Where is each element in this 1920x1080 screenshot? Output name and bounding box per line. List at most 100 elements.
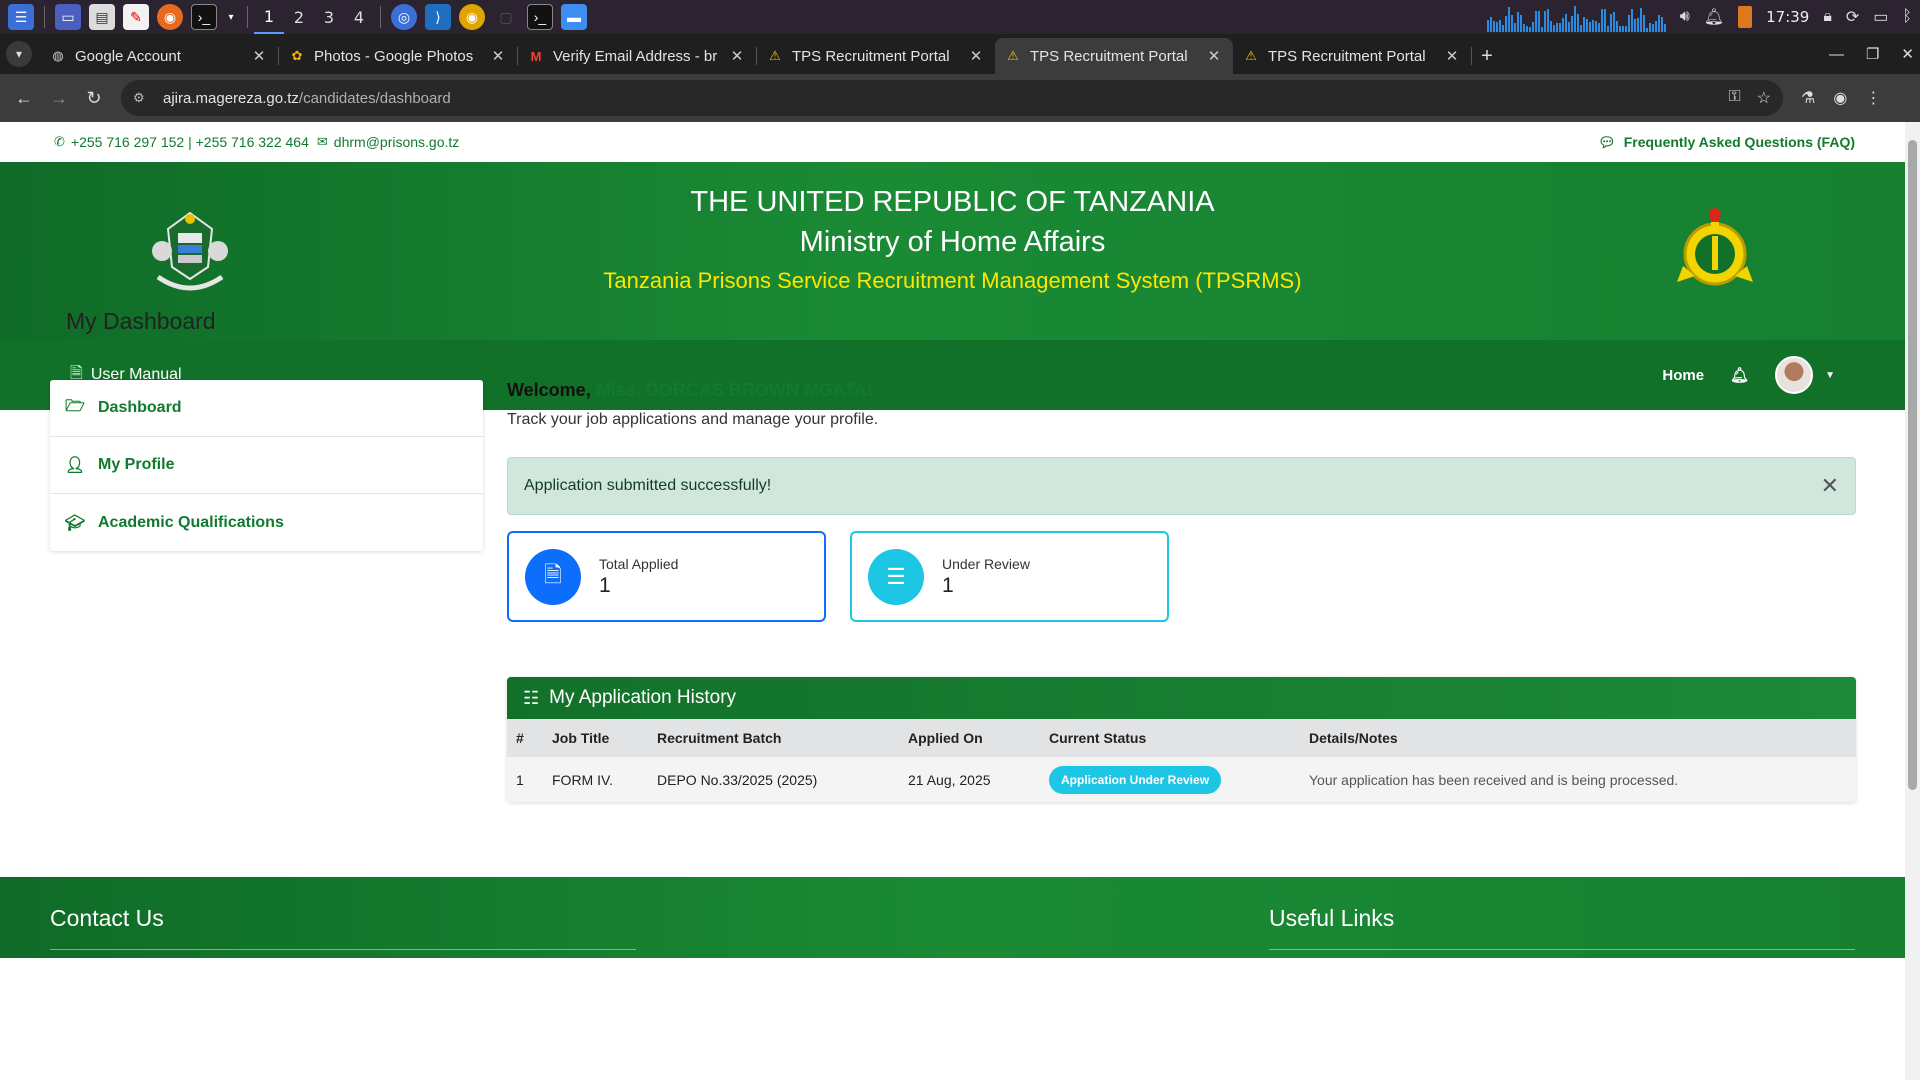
close-icon[interactable]: ✕ — [1443, 47, 1461, 65]
visualizer-bar — [1501, 25, 1504, 32]
visualizer-bar — [1642, 15, 1645, 32]
taskbar-divider — [380, 6, 381, 28]
browser-tab[interactable]: M Verify Email Address - br ✕ — [518, 38, 756, 74]
browser-tab[interactable]: ◍ Google Account ✕ — [40, 38, 278, 74]
visualizer-bar — [1549, 21, 1552, 32]
desktop-icon[interactable]: ▭ — [55, 4, 81, 30]
visualizer-bar — [1543, 11, 1546, 32]
visualizer-bar — [1612, 12, 1615, 32]
home-link[interactable]: Home — [1662, 367, 1704, 384]
terminal-icon[interactable]: ›_ — [191, 4, 217, 30]
profile-icon[interactable]: ◉ — [1833, 88, 1847, 108]
footer-links-title: Useful Links — [1269, 905, 1395, 931]
terminal-icon[interactable]: ›_ — [527, 4, 553, 30]
visualizer-bar — [1555, 23, 1558, 32]
browser-tab[interactable]: ✿ Photos - Google Photos ✕ — [279, 38, 517, 74]
visualizer-bar — [1588, 22, 1591, 32]
email-link[interactable]: dhrm@prisons.go.tz — [334, 134, 459, 150]
visualizer-bar — [1621, 26, 1624, 32]
close-icon[interactable]: ✕ — [1205, 47, 1223, 65]
stat-label: Total Applied — [599, 555, 679, 572]
sidebar-item-academic-qualifications[interactable]: 🎓︎ Academic Qualifications — [50, 494, 483, 551]
stat-label: Under Review — [942, 555, 1030, 572]
battery-icon — [1738, 6, 1753, 28]
back-icon[interactable]: ← — [8, 82, 40, 114]
close-icon[interactable]: ✕ — [489, 47, 507, 65]
browser-tab[interactable]: ⚠ TPS Recruitment Portal ✕ — [757, 38, 995, 74]
workspace-3[interactable]: 3 — [314, 0, 344, 34]
close-window-icon[interactable]: ✕ — [1901, 45, 1914, 63]
visualizer-bar — [1663, 24, 1666, 32]
faq-link[interactable]: 💬︎ Frequently Asked Questions (FAQ) — [1598, 134, 1855, 151]
browser-tools: ⚗ ◉ ⋮ — [1801, 88, 1881, 108]
url-text[interactable]: ajira.magereza.go.tz/candidates/dashboar… — [163, 90, 1728, 107]
visualizer-bar — [1546, 9, 1549, 32]
tab-title: TPS Recruitment Portal — [792, 47, 950, 65]
site-info-icon[interactable]: ⚙ — [133, 90, 153, 106]
text-editor-icon[interactable]: ✎ — [123, 4, 149, 30]
workspace-1[interactable]: 1 — [254, 0, 284, 34]
refresh-icon[interactable]: ⟳ — [1846, 7, 1859, 27]
sidebar-item-dashboard[interactable]: 🗁︎ Dashboard — [50, 380, 483, 437]
minimize-icon[interactable]: — — [1829, 46, 1844, 63]
header-country: THE UNITED REPUBLIC OF TANZANIA — [690, 186, 1215, 218]
forward-icon[interactable]: → — [43, 82, 75, 114]
lock-icon[interactable]: 🔒︎ — [1823, 8, 1832, 26]
visualizer-bar — [1654, 21, 1657, 32]
volume-icon[interactable]: 🔊︎ — [1680, 8, 1690, 26]
visualizer-bar — [1516, 12, 1519, 32]
close-icon[interactable]: ✕ — [967, 47, 985, 65]
avatar[interactable] — [1775, 356, 1814, 394]
bell-icon[interactable]: 🔔︎ — [1704, 7, 1724, 27]
visualizer-bar — [1510, 15, 1513, 32]
labs-icon[interactable]: ⚗ — [1801, 88, 1815, 108]
folder-icon[interactable]: ▬ — [561, 4, 587, 30]
visualizer-bar — [1582, 17, 1585, 32]
visualizer-bar — [1603, 9, 1606, 32]
chromium-icon[interactable]: ◎ — [391, 4, 417, 30]
app-launcher-icon[interactable]: ☰ — [8, 4, 34, 30]
sidebar-item-my-profile[interactable]: 👤︎ My Profile — [50, 437, 483, 494]
workspace-2[interactable]: 2 — [284, 0, 314, 34]
bluetooth-icon[interactable]: ᛒ — [1902, 8, 1912, 26]
window-icon[interactable]: ▢ — [493, 4, 519, 30]
chevron-down-icon[interactable]: ▾ — [225, 4, 237, 30]
visualizer-bar — [1495, 22, 1498, 32]
key-icon[interactable]: ⚿ — [1728, 88, 1740, 108]
close-icon[interactable]: ✕ — [250, 47, 268, 65]
workspace-4[interactable]: 4 — [344, 0, 374, 34]
visualizer-bar — [1552, 25, 1555, 32]
screen-icon[interactable]: ▭ — [1873, 7, 1888, 27]
column-header: Details/Notes — [1300, 719, 1856, 757]
file-manager-icon[interactable]: ▤ — [89, 4, 115, 30]
vscode-icon[interactable]: ⟩ — [425, 4, 451, 30]
visualizer-bar — [1525, 26, 1528, 32]
menu-icon[interactable]: ⋮ — [1865, 88, 1881, 108]
phone-icon: ✆ — [54, 134, 65, 149]
star-icon[interactable]: ☆ — [1757, 88, 1771, 108]
new-tab-button[interactable]: + — [1472, 38, 1502, 74]
welcome-prefix: Welcome, — [507, 380, 596, 400]
close-icon[interactable]: ✕ — [728, 47, 746, 65]
browser-tab-active[interactable]: ⚠ TPS Recruitment Portal ✕ — [995, 38, 1233, 74]
reload-icon[interactable]: ↻ — [78, 82, 110, 114]
firefox-icon[interactable]: ◉ — [157, 4, 183, 30]
restore-icon[interactable]: ❐ — [1866, 45, 1879, 63]
notification-bell-icon[interactable]: 🔔︎ — [1730, 366, 1749, 384]
browser-tab[interactable]: ⚠ TPS Recruitment Portal ✕ — [1233, 38, 1471, 74]
close-icon[interactable]: ✕ — [1821, 473, 1839, 499]
tab-search-icon[interactable]: ▾ — [6, 41, 32, 67]
folder-open-icon: 🗁︎ — [65, 397, 85, 415]
page-scrollbar[interactable] — [1905, 122, 1920, 1080]
chevron-down-icon[interactable]: ▼ — [1825, 370, 1835, 381]
gmail-icon: M — [530, 48, 542, 64]
visualizer-bar — [1540, 27, 1543, 32]
visualizer-bar — [1597, 23, 1600, 32]
sidebar-menu: 🗁︎ Dashboard 👤︎ My Profile 🎓︎ Academic Q… — [50, 380, 483, 551]
user-icon: 👤︎ — [64, 457, 86, 474]
chrome-icon[interactable]: ◉ — [459, 4, 485, 30]
scrollbar-thumb[interactable] — [1908, 140, 1917, 790]
address-bar[interactable]: ⚙ ajira.magereza.go.tz/candidates/dashbo… — [121, 80, 1783, 116]
user-name: Miss. DORCAS BROWN MGATA! — [595, 380, 874, 400]
details-notes: Your application has been received and i… — [1300, 757, 1856, 802]
